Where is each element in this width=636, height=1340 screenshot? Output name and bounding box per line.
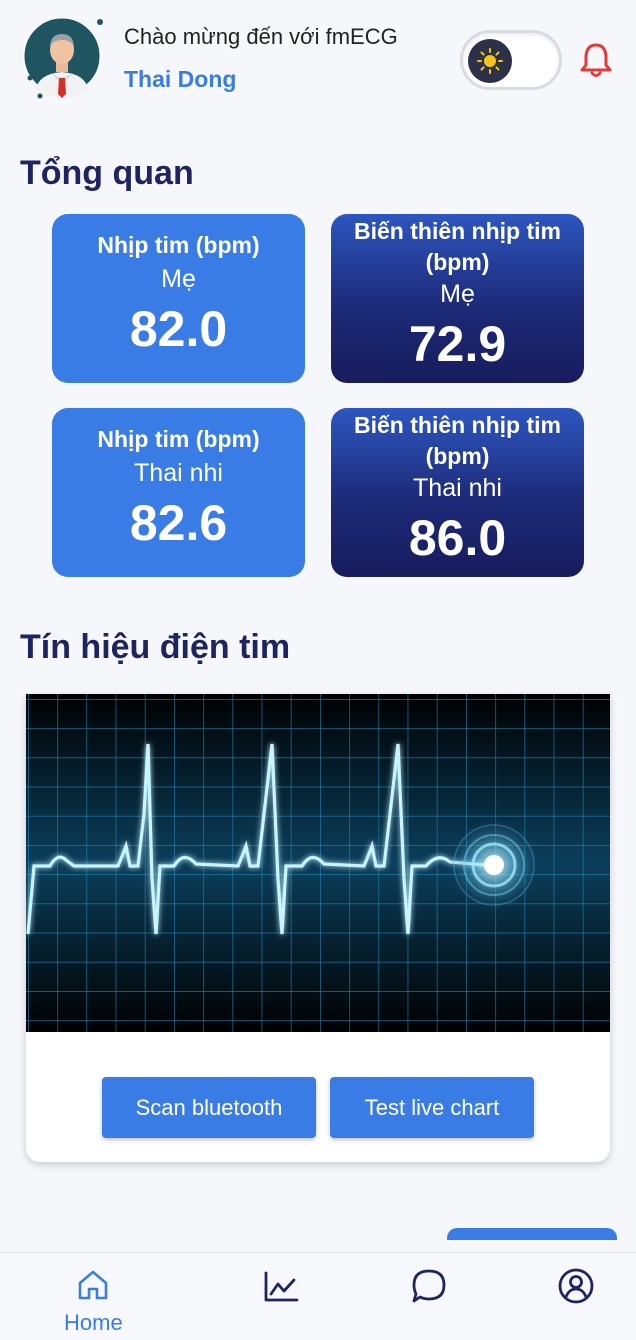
chat-bubble-icon	[410, 1267, 448, 1310]
maternal-hrv-card[interactable]: Biến thiên nhịp tim (bpm) Mẹ 72.9	[331, 214, 584, 383]
scan-bluetooth-button[interactable]: Scan bluetooth	[102, 1077, 316, 1138]
card-subject: Thai nhi	[134, 459, 223, 487]
card-subject: Mẹ	[161, 265, 196, 293]
user-name: Thai Dong	[124, 66, 237, 92]
card-value: 82.0	[129, 301, 228, 357]
ecg-signal-image	[26, 694, 610, 1032]
nav-profile[interactable]	[557, 1267, 595, 1310]
sun-icon	[468, 39, 512, 83]
maternal-heart-rate-card[interactable]: Nhịp tim (bpm) Mẹ 82.0	[52, 214, 305, 383]
card-title: Nhịp tim (bpm)	[97, 426, 260, 452]
test-live-chart-button[interactable]: Test live chart	[330, 1077, 534, 1138]
nav-home[interactable]: Home	[64, 1267, 123, 1336]
card-subject: Thai nhi	[413, 474, 502, 502]
card-title: Biến thiên nhịp tim (bpm)	[354, 412, 561, 469]
fetal-hrv-card[interactable]: Biến thiên nhịp tim (bpm) Thai nhi 86.0	[331, 408, 584, 577]
card-title: Biến thiên nhịp tim (bpm)	[354, 218, 561, 275]
nav-home-label: Home	[64, 1310, 123, 1335]
ecg-panel: Scan bluetooth Test live chart	[26, 694, 610, 1162]
card-value: 82.6	[129, 495, 228, 551]
card-value: 72.9	[408, 316, 507, 372]
header: Chào mừng đến với fmECG Thai Dong	[0, 0, 636, 120]
overview-title: Tổng quan	[20, 154, 194, 192]
theme-toggle[interactable]	[460, 30, 562, 90]
user-circle-icon	[557, 1267, 595, 1310]
bell-icon[interactable]	[576, 40, 616, 80]
line-chart-icon	[262, 1267, 300, 1310]
card-subject: Mẹ	[440, 280, 475, 308]
card-value: 86.0	[408, 510, 507, 566]
nav-chat[interactable]	[410, 1267, 448, 1310]
bottom-nav: Home	[0, 1252, 636, 1340]
partial-card-peek	[447, 1228, 617, 1240]
welcome-text: Chào mừng đến với fmECG	[124, 24, 398, 49]
nav-chart[interactable]	[262, 1267, 300, 1310]
avatar[interactable]	[22, 16, 106, 100]
card-title: Nhịp tim (bpm)	[97, 232, 260, 258]
ecg-title: Tín hiệu điện tim	[20, 628, 291, 666]
home-icon	[75, 1267, 111, 1308]
fetal-heart-rate-card[interactable]: Nhịp tim (bpm) Thai nhi 82.6	[52, 408, 305, 577]
